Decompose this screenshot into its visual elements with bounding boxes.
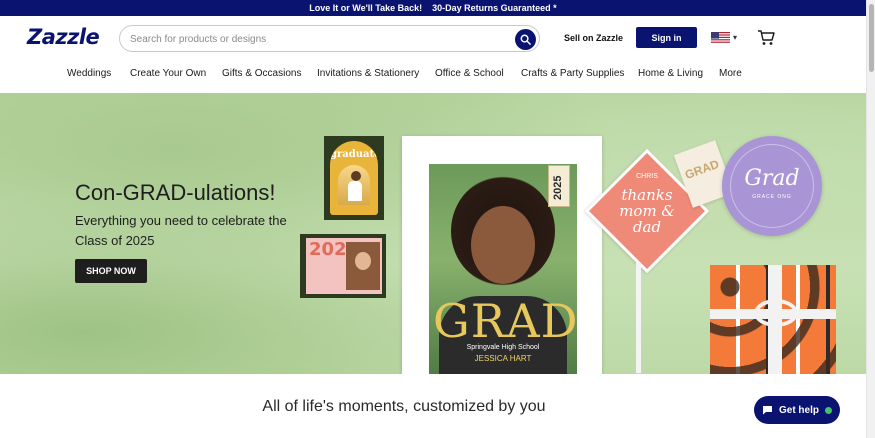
chat-icon — [762, 406, 772, 415]
us-flag-icon[interactable] — [711, 32, 730, 44]
nav-item-create-your-own[interactable]: Create Your Own — [130, 68, 206, 79]
chevron-down-icon[interactable]: ▾ — [733, 33, 737, 42]
grad-tag-text: GRAD — [682, 156, 721, 183]
nav-item-gifts-occasions[interactable]: Gifts & Occasions — [222, 68, 301, 79]
photo-card-image: 2025 — [300, 234, 386, 298]
category-nav: Weddings Create Your Own Gifts & Occasio… — [0, 62, 866, 88]
plate-name-text: GRACE ONG — [752, 194, 792, 200]
hero-title: Con-GRAD-ulations! — [75, 180, 276, 205]
get-help-label: Get help — [778, 404, 819, 416]
cart-icon[interactable] — [757, 29, 775, 47]
frame-grad-text: GRAD — [433, 294, 577, 348]
grad-photo-frame-image: GRAD Springvale High School JESSICA HART… — [402, 136, 602, 374]
plate-grad-text: Grad — [744, 166, 800, 191]
promo-right-text: 30-Day Returns Guaranteed * — [432, 3, 557, 13]
zazzle-logo[interactable]: Zazzle — [27, 25, 100, 49]
frame-name-text: JESSICA HART — [474, 354, 532, 363]
hero-banner[interactable]: Con-GRAD-ulations! Everything you need t… — [0, 93, 866, 374]
frame-school-text: Springvale High School — [466, 344, 540, 351]
site-header: Zazzle Sell on Zazzle Sign in ▾ — [0, 16, 866, 62]
nav-item-invitations-stationery[interactable]: Invitations & Stationery — [317, 68, 419, 79]
frame-year-text: 2025 — [552, 175, 564, 200]
napkin-name-text: CHRIS — [636, 173, 658, 180]
graduate-card-image: graduate — [324, 136, 384, 220]
search-button[interactable] — [515, 29, 536, 50]
nav-item-office-school[interactable]: Office & School — [435, 68, 504, 79]
promo-banner[interactable]: Love It or We'll Take Back! 30-Day Retur… — [0, 0, 866, 16]
photo-card-year: 2025 — [309, 239, 360, 260]
graduate-card-text: graduate — [330, 149, 378, 160]
nav-item-home-living[interactable]: Home & Living — [638, 68, 703, 79]
wrapped-gift-image — [710, 265, 836, 374]
search-bar — [119, 25, 540, 52]
search-icon — [520, 34, 531, 45]
nav-item-more[interactable]: More — [719, 68, 742, 79]
search-input[interactable] — [130, 31, 510, 47]
sell-on-zazzle-link[interactable]: Sell on Zazzle — [564, 33, 623, 43]
sign-in-button[interactable]: Sign in — [636, 27, 697, 48]
shop-now-button[interactable]: SHOP NOW — [75, 259, 147, 283]
napkin-stick — [636, 263, 641, 373]
get-help-button[interactable]: Get help — [754, 396, 840, 424]
hero-subtitle: Everything you need to celebrate the Cla… — [75, 213, 287, 248]
section-heading: All of life's moments, customized by you — [262, 398, 546, 415]
scrollbar-thumb[interactable] — [869, 4, 874, 72]
frame-year-badge: 2025 — [548, 165, 570, 207]
napkin-message-text: thanks mom & dad — [619, 186, 675, 236]
online-status-dot — [825, 406, 832, 414]
nav-item-crafts-party-supplies[interactable]: Crafts & Party Supplies — [521, 68, 624, 79]
purple-plate-image: Grad GRACE ONG — [722, 136, 822, 236]
nav-item-weddings[interactable]: Weddings — [67, 68, 111, 79]
page-scrollbar[interactable] — [866, 0, 875, 438]
promo-left-text: Love It or We'll Take Back! — [309, 3, 423, 13]
